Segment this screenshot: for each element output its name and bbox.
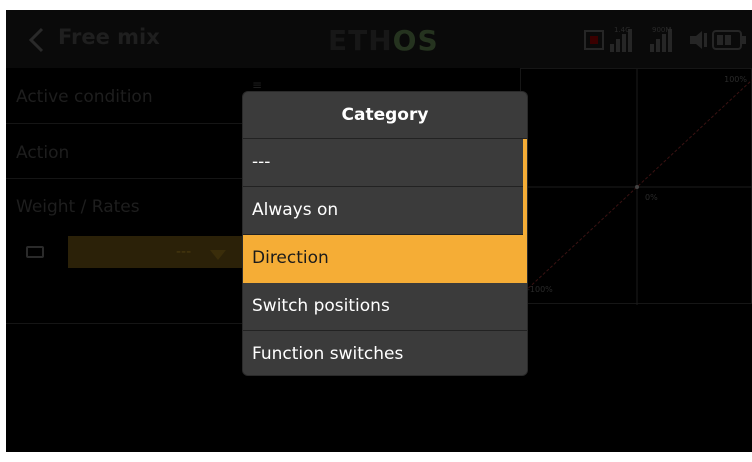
signal-band-label: 1.4G bbox=[614, 26, 631, 34]
category-option-function-switches[interactable]: Function switches bbox=[243, 331, 527, 375]
header-bar: Free mix ETHOS 1.4G 900M bbox=[6, 10, 752, 68]
menu-handle-icon: ≡ bbox=[252, 78, 263, 92]
category-option-switch-positions[interactable]: Switch positions bbox=[243, 283, 527, 331]
weight-rates-label: Weight / Rates bbox=[16, 197, 140, 217]
page-title: Free mix bbox=[58, 25, 160, 49]
dialog-title: Category bbox=[243, 92, 527, 139]
curve-graph: 100% 0% -100% bbox=[520, 68, 752, 305]
graph-center-label: 0% bbox=[645, 193, 658, 202]
list-scrollbar[interactable] bbox=[523, 139, 527, 235]
category-option-none[interactable]: --- bbox=[243, 139, 527, 187]
action-label: Action bbox=[16, 143, 70, 163]
model-rf-icon bbox=[584, 30, 604, 50]
speaker-icon bbox=[690, 31, 707, 49]
back-chevron-icon[interactable] bbox=[26, 26, 48, 54]
signal-band-label-2: 900M bbox=[652, 26, 672, 34]
ethos-logo: ETHOS bbox=[328, 24, 439, 57]
weight-value: --- bbox=[176, 244, 192, 260]
category-list: --- Always on Direction Switch positions… bbox=[243, 139, 527, 375]
status-icons: 1.4G 900M bbox=[584, 26, 750, 54]
category-option-always-on[interactable]: Always on bbox=[243, 187, 527, 235]
battery-icon bbox=[712, 30, 746, 50]
curve-graph-canvas bbox=[521, 69, 752, 305]
active-condition-label: Active condition bbox=[16, 87, 153, 107]
rates-icon bbox=[26, 246, 44, 258]
graph-top-label: 100% bbox=[724, 75, 747, 84]
graph-bottom-label: -100% bbox=[527, 285, 553, 294]
dropdown-arrow-icon bbox=[210, 250, 226, 260]
radio-screen: Free mix ETHOS 1.4G 900M Active conditio… bbox=[6, 10, 752, 452]
category-dialog: Category --- Always on Direction Switch … bbox=[243, 92, 527, 375]
category-option-direction[interactable]: Direction bbox=[243, 235, 527, 283]
